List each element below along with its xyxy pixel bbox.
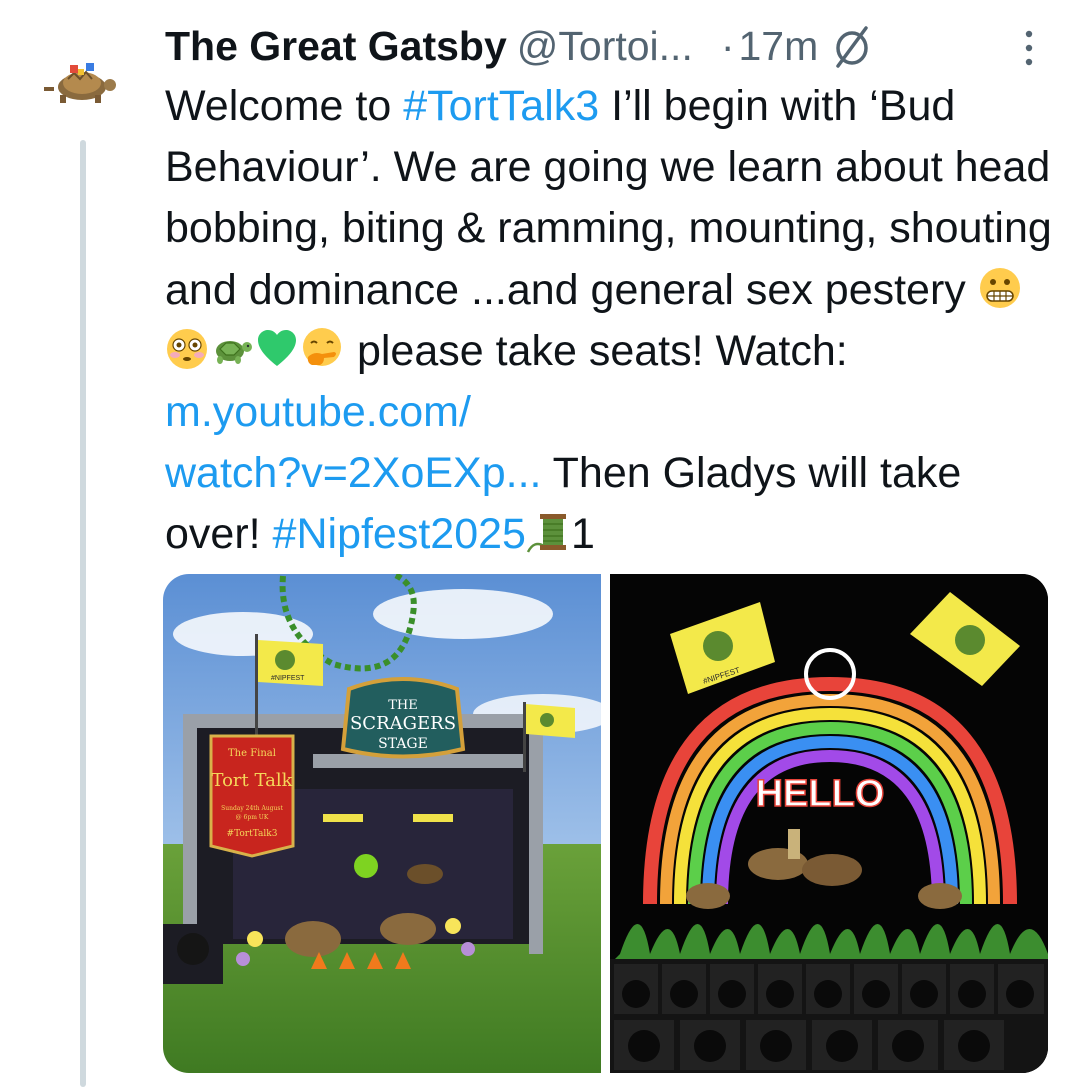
text-segment: 1 [570, 510, 595, 559]
text-segment: please take seats! Watch: [345, 326, 848, 375]
hand-over-mouth-emoji [303, 327, 341, 366]
tweet-text: Welcome to #TortTalk3 I’ll begin with ‘B… [165, 76, 1055, 566]
banner-line: #TortTalk3 [227, 829, 278, 839]
author-avatar[interactable] [40, 55, 128, 110]
separator-dot: · [720, 22, 735, 69]
flushed-face-emoji [167, 328, 207, 369]
timestamp[interactable]: 17m [739, 23, 819, 70]
hashtag-nipfest2025[interactable]: #Nipfest2025 [273, 510, 526, 558]
banner-line: The Final [228, 748, 276, 759]
muted-conversation-icon [836, 26, 869, 68]
turtle-emoji [216, 340, 252, 364]
media-image-stage[interactable]: #NIPFEST THE SCRAGERS STAGE The Final To… [163, 574, 601, 1073]
more-options-icon[interactable] [1023, 28, 1035, 68]
spool-of-thread-emoji [526, 514, 566, 554]
green-heart-emoji [258, 329, 296, 366]
banner-line: Tort Talk [211, 770, 293, 791]
tweet-header: The Great Gatsby @Tortoi... · 17m [165, 20, 1045, 72]
author-name[interactable]: The Great Gatsby [165, 23, 507, 70]
youtube-link[interactable]: m.youtube.com/ watch?v=2XoEXp... [165, 388, 541, 497]
stage-sign-line: SCRAGERS [350, 713, 456, 734]
thread-line [80, 140, 86, 1087]
grimacing-face-emoji [979, 267, 1020, 308]
author-handle[interactable]: @Tortoi... [517, 23, 693, 70]
flag-text: #NIPFEST [271, 675, 305, 682]
banner-line: @ 6pm UK [236, 814, 269, 821]
hashtag-torttalk3[interactable]: #TortTalk3 [403, 82, 599, 130]
media-image-hello[interactable]: #NIPFEST HELLO [610, 574, 1048, 1073]
text-segment: Welcome to [165, 82, 404, 130]
hello-sign: HELLO [756, 773, 885, 815]
stage-sign-line: THE [388, 698, 418, 713]
stage-sign-line: STAGE [378, 736, 428, 752]
banner-line: Sunday 24th August [221, 805, 283, 812]
